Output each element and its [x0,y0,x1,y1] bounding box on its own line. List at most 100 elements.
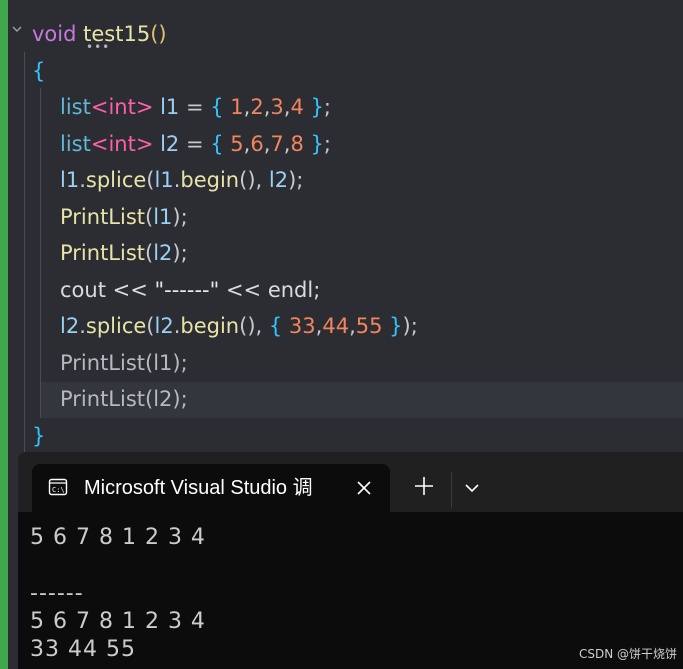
code-token: 3 [270,95,284,119]
code-token: { [210,131,231,156]
code-token: begin [180,168,240,192]
code-token: 2 [250,95,264,119]
code-token: = [185,131,211,156]
code-token: l1 [60,168,80,192]
fold-chevron-icon[interactable] [12,24,22,34]
code-token: ; [323,95,331,119]
chevron-down-icon[interactable] [458,474,486,502]
code-token: ); [288,168,304,192]
terminal-window[interactable]: C:\ Microsoft Visual Studio 调 5 6 7 8 1 … [18,452,683,669]
code-token: ( [145,387,154,411]
code-line[interactable]: { [32,53,45,89]
plus-icon[interactable] [410,472,438,500]
indent-guide [40,88,41,418]
code-token: . [79,314,86,338]
code-token: , [349,314,356,338]
svg-text:C:\: C:\ [52,486,65,494]
code-token: ); [402,314,418,338]
code-token: 44 [322,314,350,338]
code-token: ( [146,168,155,192]
code-token: cout << [60,277,155,302]
code-token: l2 [153,131,186,156]
terminal-output-line: 33 44 55 [30,637,136,662]
code-token: ); [172,241,188,265]
code-line[interactable]: list<int> l1 = { 1,2,3,4 }; [60,89,331,125]
code-token: } [32,423,46,448]
code-token: begin [180,314,240,338]
code-token: l1 [153,95,186,119]
code-token: } [382,314,403,338]
code-token: (), [239,168,269,192]
code-token: PrintList [60,387,146,411]
code-token: splice [85,168,147,192]
code-token: 55 [355,314,383,338]
code-token: 33 [288,314,316,338]
code-token: } [303,131,324,156]
code-token: (), [239,314,269,338]
code-token: << endl; [219,277,321,302]
code-token: 1 [230,95,244,119]
code-token: l2 [153,241,173,265]
code-token: ); [172,387,188,411]
code-token: 5 [230,131,244,156]
code-line[interactable]: l2.splice(l2.begin(), { 33,44,55 }); [60,308,418,344]
watermark-text: CSDN @饼干烧饼 [579,647,678,661]
close-icon[interactable] [350,474,378,502]
tab-bar-divider [451,472,452,508]
code-token: 8 [290,131,304,156]
code-token: PrintList [60,204,146,229]
code-token: 6 [250,131,264,156]
code-token: ); [172,204,188,229]
code-line[interactable]: list<int> l2 = { 5,6,7,8 }; [60,126,331,162]
code-token: . [79,168,86,192]
code-token: l2 [154,314,174,338]
code-token: () [150,22,167,46]
terminal-output-line: ------ [30,581,84,606]
code-token: ; [323,131,331,156]
terminal-tab-title: Microsoft Visual Studio 调 [84,477,313,499]
change-indicator-bar [0,0,8,669]
code-token: ( [145,204,154,229]
code-line[interactable]: } [32,418,45,454]
terminal-output-line: 5 6 7 8 1 2 3 4 [30,525,206,550]
terminal-tab-bar: C:\ Microsoft Visual Studio 调 [18,452,683,512]
code-token: l2 [153,387,173,411]
terminal-tab[interactable]: C:\ Microsoft Visual Studio 调 [32,464,390,512]
code-token: { [32,58,46,83]
code-token: splice [85,314,147,338]
code-line[interactable]: PrintList(l1); [60,199,188,235]
code-token: l2 [60,314,80,338]
code-line[interactable]: PrintList(l2); [60,381,188,417]
code-token: 7 [270,131,284,156]
code-token: ( [145,350,154,375]
code-token: "------" [154,277,220,302]
console-icon: C:\ [48,478,68,496]
code-token: l1 [153,350,173,375]
code-token: test15 [83,22,151,46]
code-token: { [210,95,231,119]
code-line[interactable]: PrintList(l2); [60,235,188,271]
code-line[interactable]: l1.splice(l1.begin(), l2); [60,162,303,198]
code-token: list [60,131,91,156]
code-line[interactable]: void test15() [32,16,167,52]
code-token: <int> [90,131,154,156]
code-token: } [303,95,324,119]
code-token: = [185,95,211,119]
code-line[interactable]: cout << "------" << endl; [60,272,320,308]
code-token: ( [145,241,154,265]
terminal-output-line: 5 6 7 8 1 2 3 4 [30,609,206,634]
terminal-output: 5 6 7 8 1 2 3 4 ------ 5 6 7 8 1 2 3 4 33 4… [30,524,206,664]
scope-guide [24,52,25,452]
code-token: { [268,314,289,338]
code-token: ); [172,350,188,375]
code-token: l2 [268,168,289,192]
code-token: list [60,95,91,119]
code-token: 4 [290,95,304,119]
code-token: l1 [153,204,173,229]
code-token: void [32,22,84,46]
code-token: <int> [90,95,154,119]
code-token: l1 [154,168,174,192]
code-token: ( [146,314,155,338]
code-line[interactable]: PrintList(l1); [60,345,188,381]
